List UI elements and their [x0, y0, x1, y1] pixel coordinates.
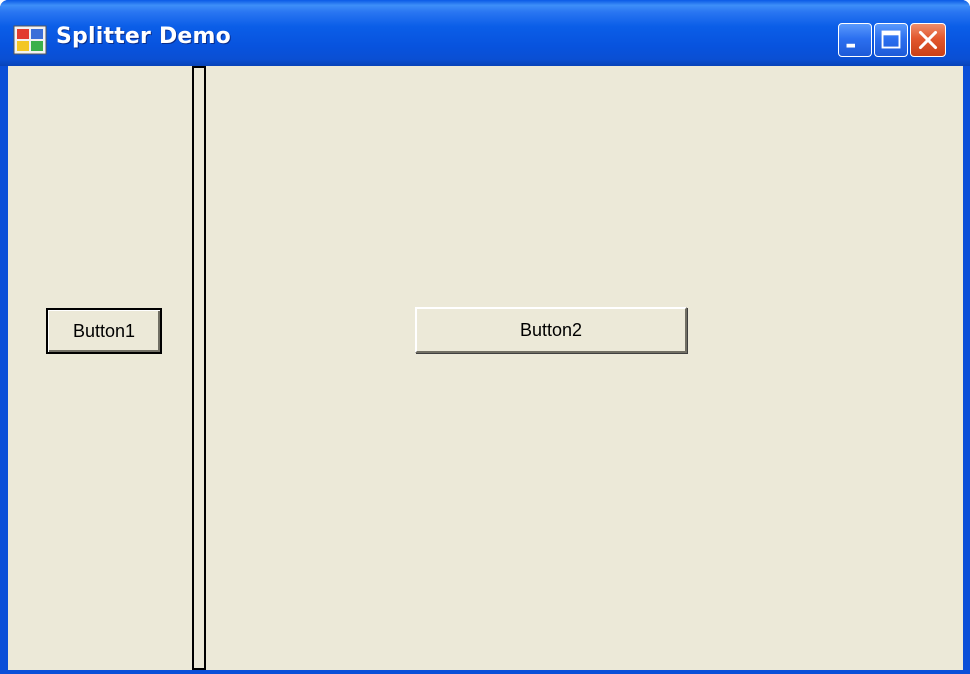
- application-window: Splitter Demo Button1 Button2: [0, 0, 970, 674]
- button1[interactable]: Button1: [46, 308, 162, 354]
- client-area: Button1 Button2: [8, 66, 963, 670]
- close-icon: [918, 30, 938, 50]
- window-frame-bottom: [0, 670, 970, 674]
- minimize-icon: [846, 43, 855, 48]
- close-button[interactable]: [910, 23, 946, 57]
- splitter-bar[interactable]: [192, 66, 206, 670]
- minimize-button[interactable]: [838, 23, 872, 57]
- window-title: Splitter Demo: [56, 24, 231, 49]
- maximize-button[interactable]: [874, 23, 908, 57]
- app-window-icon[interactable]: [13, 25, 47, 55]
- title-bar[interactable]: Splitter Demo: [0, 0, 970, 66]
- maximize-icon: [881, 30, 901, 49]
- button2[interactable]: Button2: [415, 307, 687, 353]
